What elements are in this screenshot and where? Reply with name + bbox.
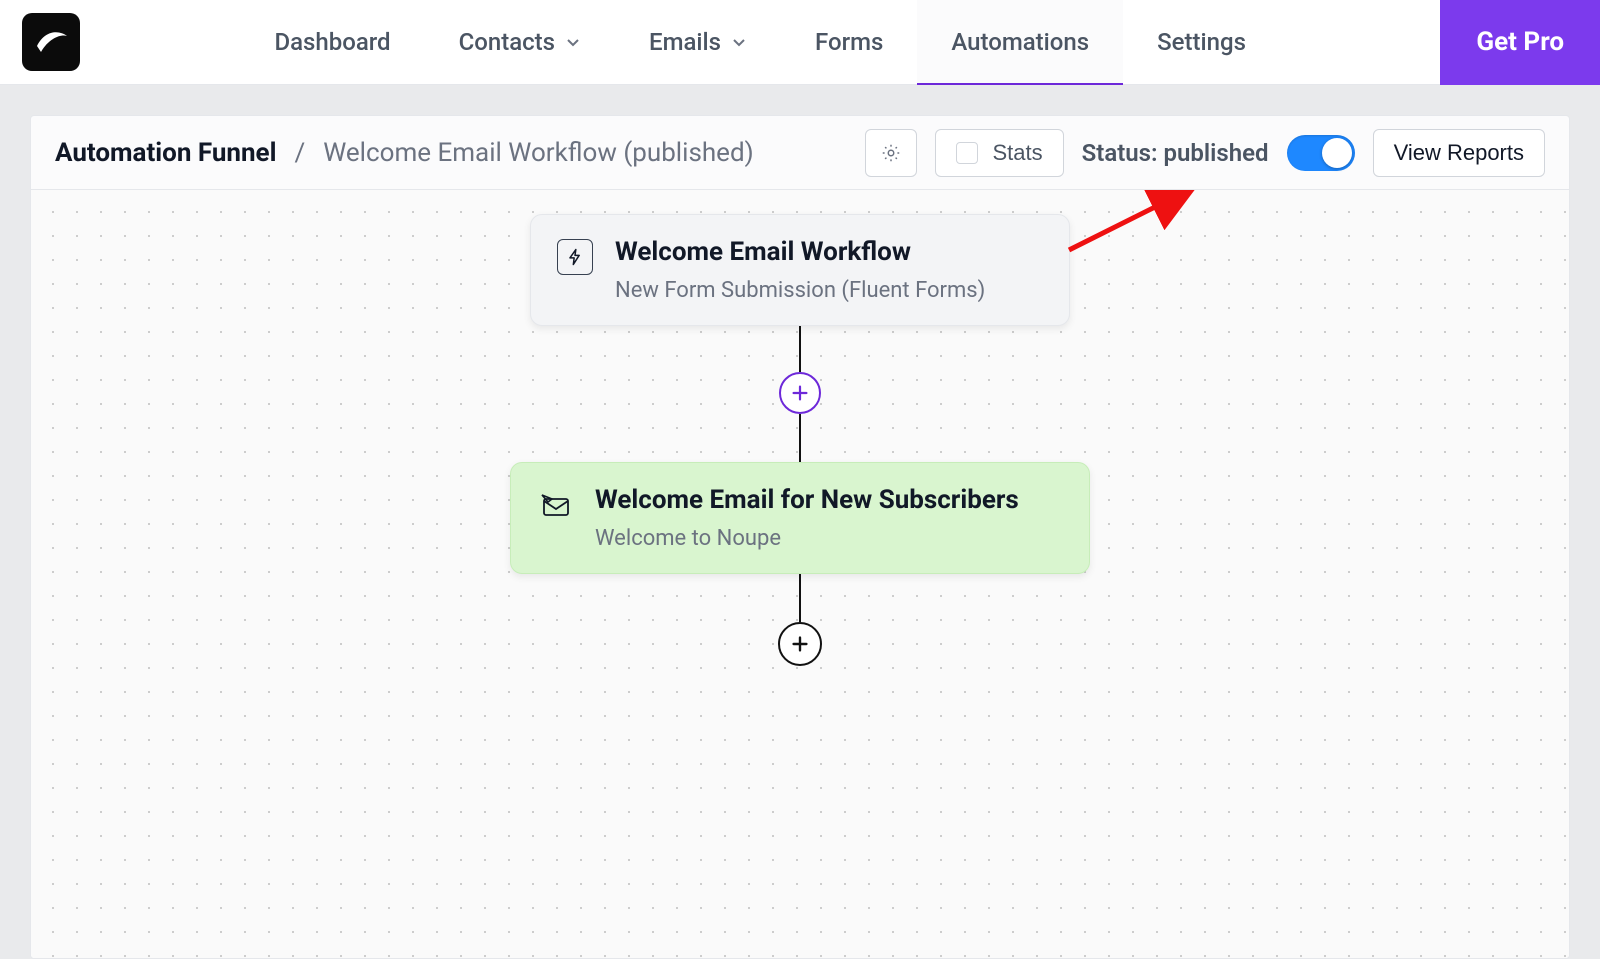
nav-label: Automations	[951, 28, 1089, 56]
nav-label: Emails	[649, 28, 721, 56]
stats-button[interactable]: Stats	[935, 129, 1063, 177]
stats-label: Stats	[992, 140, 1042, 166]
toggle-knob	[1322, 138, 1352, 168]
connector-line	[799, 574, 801, 622]
status-toggle[interactable]	[1287, 135, 1355, 171]
breadcrumb-current: Welcome Email Workflow (published)	[323, 138, 753, 168]
nav-automations[interactable]: Automations	[917, 0, 1123, 85]
panel-header: Automation Funnel / Welcome Email Workfl…	[31, 116, 1569, 190]
connector-line	[799, 326, 801, 372]
action-card-body: Welcome Email for New Subscribers Welcom…	[595, 485, 1063, 551]
view-reports-label: View Reports	[1394, 140, 1524, 166]
breadcrumb-root[interactable]: Automation Funnel	[55, 138, 276, 168]
nav-emails[interactable]: Emails	[615, 0, 781, 85]
nav-label: Dashboard	[274, 28, 390, 56]
logo-icon	[31, 22, 71, 62]
settings-button[interactable]	[865, 129, 917, 177]
page-body: Automation Funnel / Welcome Email Workfl…	[0, 85, 1600, 959]
add-step-button[interactable]	[779, 372, 821, 414]
nav-contacts[interactable]: Contacts	[425, 0, 615, 85]
trigger-card-body: Welcome Email Workflow New Form Submissi…	[615, 237, 1043, 303]
workflow-flow: Welcome Email Workflow New Form Submissi…	[520, 214, 1080, 666]
nav-label: Forms	[815, 28, 883, 56]
app-logo[interactable]	[22, 13, 80, 71]
automation-panel: Automation Funnel / Welcome Email Workfl…	[30, 115, 1570, 959]
connector-line	[799, 414, 801, 462]
nav-links: Dashboard Contacts Emails Forms Automati…	[80, 0, 1440, 85]
chevron-down-icon	[731, 34, 747, 50]
email-send-icon	[537, 487, 573, 523]
get-pro-label: Get Pro	[1476, 27, 1564, 57]
trigger-card[interactable]: Welcome Email Workflow New Form Submissi…	[530, 214, 1070, 326]
nav-settings[interactable]: Settings	[1123, 0, 1280, 85]
gear-icon	[880, 142, 902, 164]
workflow-canvas[interactable]: Welcome Email Workflow New Form Submissi…	[31, 190, 1569, 958]
get-pro-button[interactable]: Get Pro	[1440, 0, 1600, 85]
status-label: Status: published	[1082, 139, 1269, 167]
nav-label: Contacts	[459, 28, 555, 56]
breadcrumb: Automation Funnel / Welcome Email Workfl…	[55, 138, 754, 168]
chevron-down-icon	[565, 34, 581, 50]
view-reports-button[interactable]: View Reports	[1373, 129, 1545, 177]
nav-label: Settings	[1157, 28, 1246, 56]
trigger-subtitle: New Form Submission (Fluent Forms)	[615, 278, 1043, 303]
breadcrumb-separator: /	[294, 138, 305, 168]
bolt-icon	[557, 239, 593, 275]
checkbox-icon	[956, 142, 978, 164]
nav-forms[interactable]: Forms	[781, 0, 917, 85]
action-title: Welcome Email for New Subscribers	[595, 485, 1063, 516]
top-nav: Dashboard Contacts Emails Forms Automati…	[0, 0, 1600, 85]
action-subtitle: Welcome to Noupe	[595, 526, 1063, 551]
add-step-end-button[interactable]	[778, 622, 822, 666]
plus-icon	[789, 382, 811, 404]
nav-dashboard[interactable]: Dashboard	[240, 0, 424, 85]
action-card[interactable]: Welcome Email for New Subscribers Welcom…	[510, 462, 1090, 574]
plus-icon	[789, 633, 811, 655]
trigger-title: Welcome Email Workflow	[615, 237, 1043, 268]
